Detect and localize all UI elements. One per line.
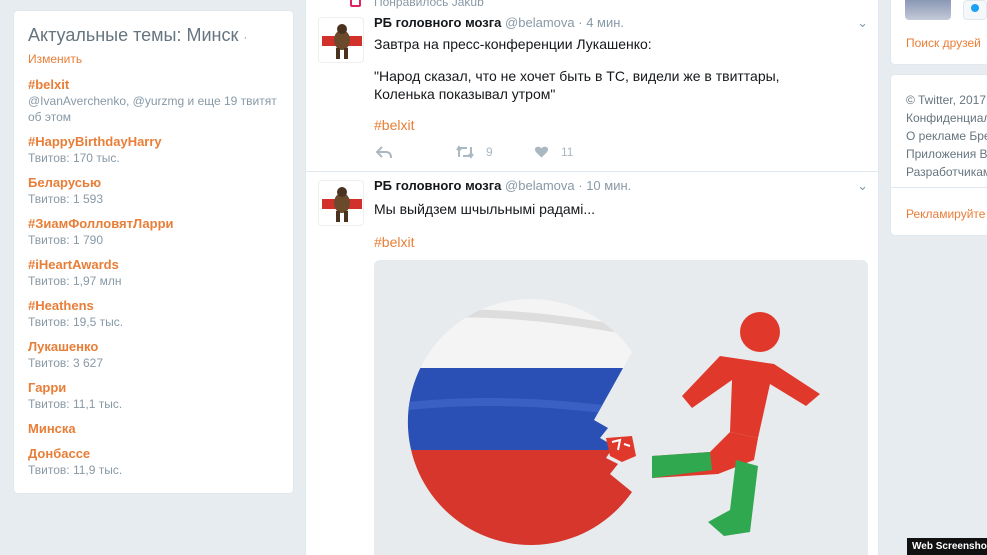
like-count: 11 [561,145,574,159]
heart-icon [534,146,549,158]
follow-button[interactable] [963,0,987,20]
trend-meta: Твитов: 170 тыс. [28,151,120,165]
trend-name[interactable]: Гарри [28,379,279,396]
trend-name[interactable]: Беларусью [28,174,279,191]
tweet-time[interactable]: · 10 мин. [578,178,631,193]
author-handle[interactable]: @belamova [505,178,575,193]
trends-title: Актуальные темы: Минск · [28,25,279,46]
trend-name[interactable]: Донбассе [28,445,279,462]
reply-icon [376,146,392,159]
trend-item[interactable]: Минска [28,420,279,437]
tweet-header: РБ головного мозга @belamova · 10 мин. [374,178,631,193]
trend-list: #belxit @IvanAverchenko, @yurzmg и еще 19… [28,76,279,478]
web-screenshot-badge: Web Screenshot [907,538,987,555]
trend-item[interactable]: #HappyBirthdayHarry Твитов: 170 тыс. [28,133,279,166]
footer-link[interactable]: Разработчикам [906,165,987,179]
trend-meta: Твитов: 19,5 тыс. [28,315,124,329]
heart-icon [350,0,361,7]
retweet-icon [456,145,474,159]
tweet-media-image[interactable] [374,260,868,555]
timeline: Понравилось Jakub РБ головного мозга @be… [305,0,879,555]
divider [891,187,987,188]
who-to-follow-card: Поиск друзей [890,0,987,65]
trend-item[interactable]: Гарри Твитов: 11,1 тыс. [28,379,279,412]
trend-name[interactable]: Минска [28,420,279,437]
find-friends-link[interactable]: Поиск друзей [906,36,981,50]
footer-card: © Twitter, 2017 Конфиденциал О рекламе Б… [890,74,987,236]
tweet-hashtag[interactable]: #belxit [374,117,414,133]
author-name[interactable]: РБ головного мозга [374,15,501,30]
tweet-text: Завтра на пресс-конференции Лукашенко: [374,36,652,52]
trend-item[interactable]: #belxit @IvanAverchenko, @yurzmg и еще 19… [28,76,279,125]
trend-item[interactable]: #iHeartAwards Твитов: 1,97 млн [28,256,279,289]
trend-meta: Твитов: 3 627 [28,356,103,370]
footer-copyright: © Twitter, 2017 [906,93,986,107]
tweet-time[interactable]: · 4 мин. [578,15,624,30]
trend-name[interactable]: #belxit [28,76,279,93]
bison-flag-avatar [322,187,362,222]
footer-link[interactable]: Конфиденциал [906,111,987,125]
trend-meta: @IvanAverchenko, @yurzmg и еще 19 твитят… [28,94,277,124]
like-button[interactable]: 11 [534,145,573,159]
author-handle[interactable]: @belamova [505,15,575,30]
tweet-hashtag[interactable]: #belxit [374,234,414,250]
author-name[interactable]: РБ головного мозга [374,178,501,193]
avatar[interactable] [905,0,951,20]
trend-meta: Твитов: 1,97 млн [28,274,122,288]
retweet-count: 9 [486,145,493,159]
bison-flag-avatar [322,24,362,59]
tweet-actions: 9 11 [374,145,674,163]
trends-change-link[interactable]: Изменить [28,52,279,66]
trend-meta: Твитов: 1 593 [28,192,103,206]
trend-name[interactable]: #ЗиамФолловятЛарри [28,215,279,232]
reply-button[interactable] [376,145,392,159]
ads-link[interactable]: Рекламируйте в [906,207,987,221]
trend-name[interactable]: #HappyBirthdayHarry [28,133,279,150]
trend-name[interactable]: #Heathens [28,297,279,314]
retweet-button[interactable]: 9 [456,145,493,159]
footer-link[interactable]: Приложения В [906,147,987,161]
trends-panel: Актуальные темы: Минск · Изменить #belxi… [13,10,294,494]
tweet[interactable]: РБ головного мозга @belamova · 10 мин. ⌄… [306,172,878,555]
tweet-text-quote: "Народ сказал, что не хочет быть в ТС, в… [374,68,780,102]
title-dot: · [243,30,248,44]
avatar[interactable] [318,17,364,63]
user-icon [971,4,979,12]
tweet-text: Мы выйдзем шчыльнымі радамі... [374,201,596,217]
page: Актуальные темы: Минск · Изменить #belxi… [0,0,987,555]
trend-item[interactable]: Донбассе Твитов: 11,9 тыс. [28,445,279,478]
trend-meta: Твитов: 11,9 тыс. [28,463,123,477]
trend-item[interactable]: #ЗиамФолловятЛарри Твитов: 1 790 [28,215,279,248]
chevron-down-icon[interactable]: ⌄ [857,178,868,194]
trend-meta: Твитов: 1 790 [28,233,103,247]
chevron-down-icon[interactable]: ⌄ [857,15,868,31]
belxit-illustration [407,298,820,545]
trend-item[interactable]: Лукашенко Твитов: 3 627 [28,338,279,371]
trend-name[interactable]: #iHeartAwards [28,256,279,273]
footer-link[interactable]: О рекламе Бре [906,129,987,143]
tweet-header: РБ головного мозга @belamova · 4 мин. [374,15,624,30]
trends-title-text: Актуальные темы: Минск [28,25,239,45]
liked-text: Понравилось Jakub [374,0,484,9]
avatar[interactable] [318,180,364,226]
trend-item[interactable]: Беларусью Твитов: 1 593 [28,174,279,207]
trend-name[interactable]: Лукашенко [28,338,279,355]
trend-item[interactable]: #Heathens Твитов: 19,5 тыс. [28,297,279,330]
trend-meta: Твитов: 11,1 тыс. [28,397,123,411]
tweet[interactable]: РБ головного мозга @belamova · 4 мин. ⌄ … [306,9,878,172]
